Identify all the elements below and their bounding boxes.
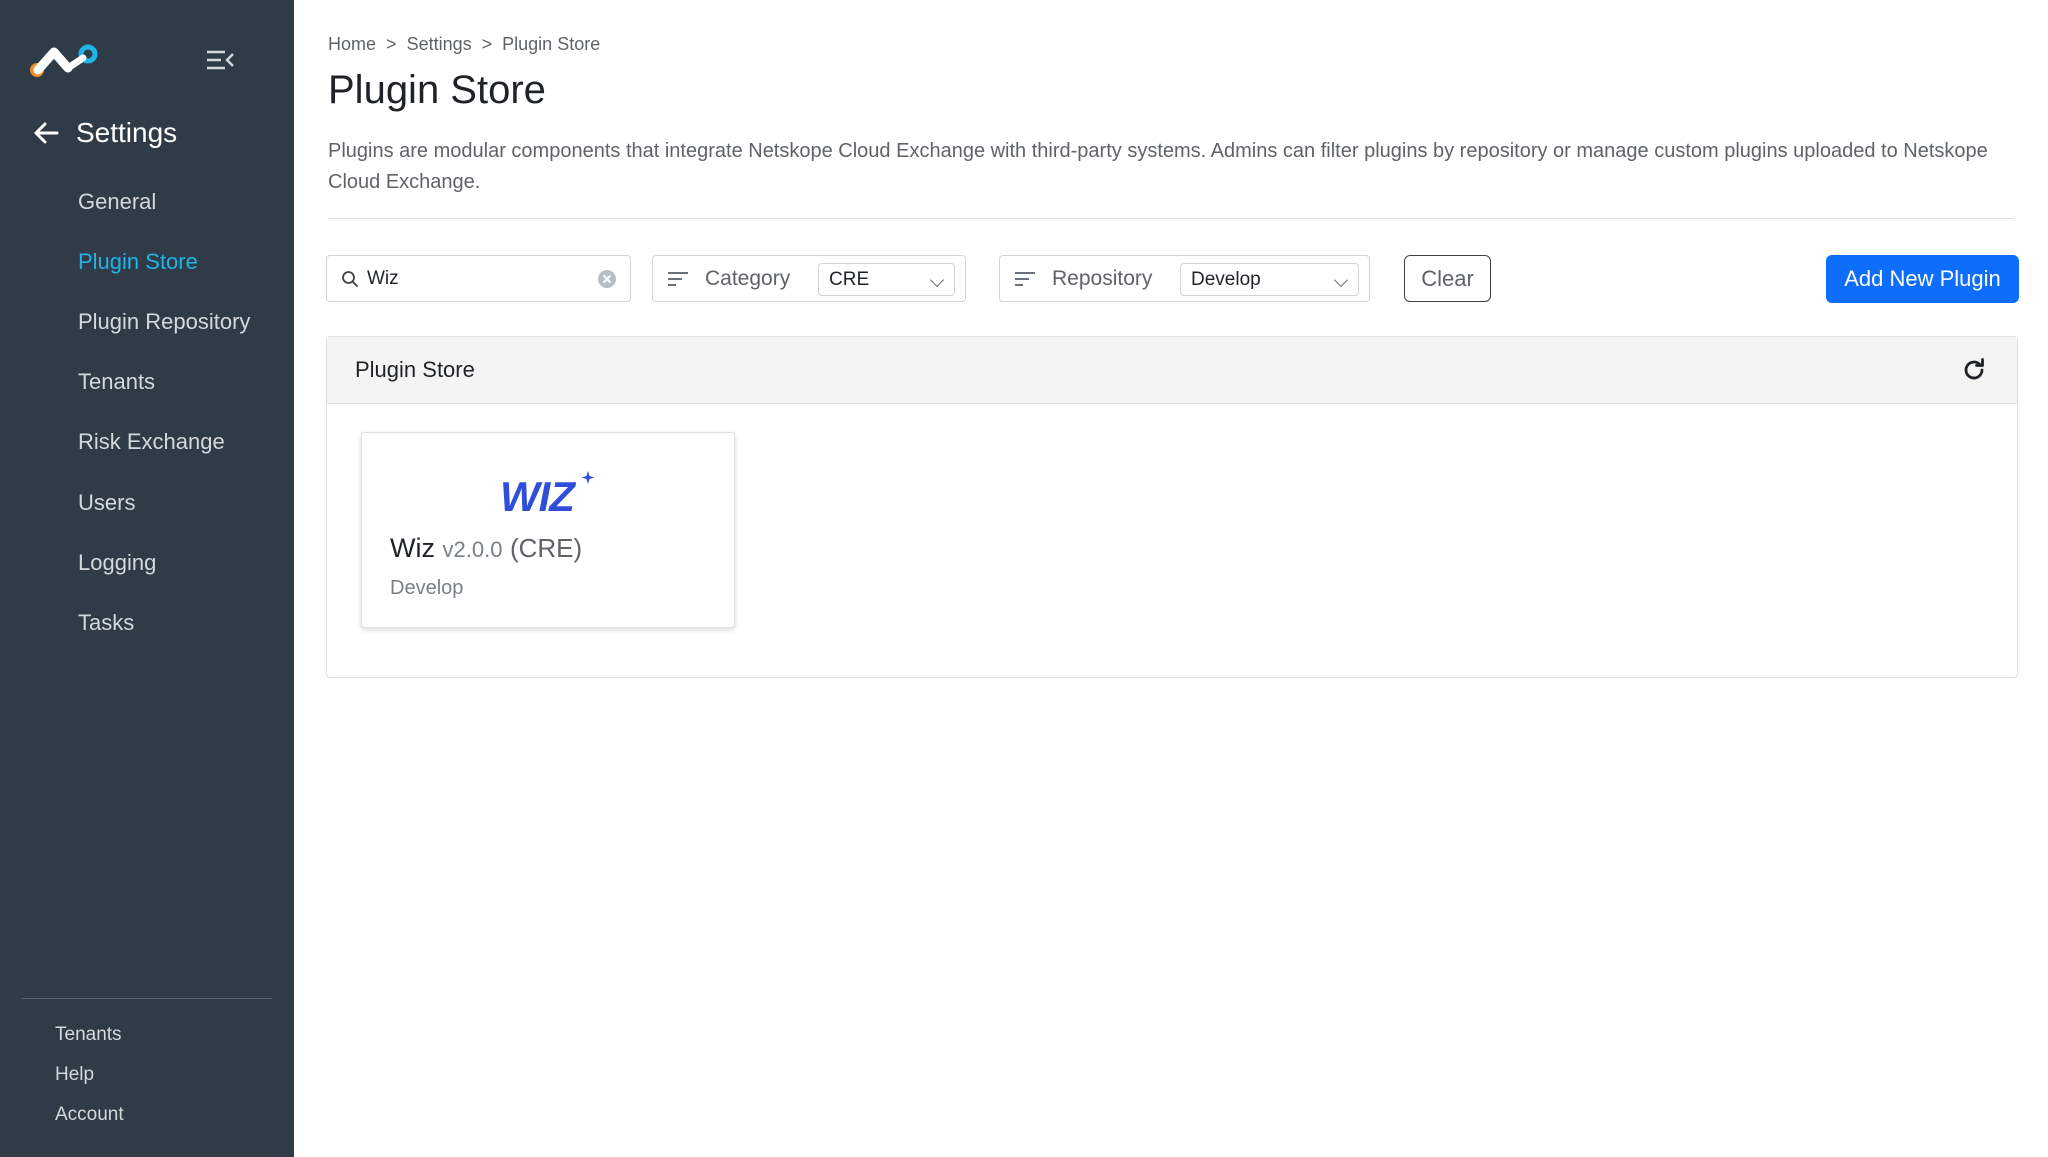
breadcrumb-separator: >	[386, 34, 397, 54]
add-new-plugin-button[interactable]: Add New Plugin	[1826, 255, 2019, 303]
clear-filters-button[interactable]: Clear	[1404, 255, 1491, 302]
wiz-logo-icon: WIZ	[500, 471, 595, 515]
panel-title: Plugin Store	[355, 357, 475, 382]
category-select[interactable]: CRE	[818, 263, 955, 296]
filter-lines-icon	[668, 271, 688, 286]
repository-select[interactable]: Develop	[1180, 263, 1359, 296]
plugin-title: Wiz	[390, 533, 435, 563]
plugin-store-panel: Plugin Store WIZ Wiz v2.0.0 (CRE) Develo…	[326, 336, 2018, 678]
page-title: Plugin Store	[328, 68, 546, 112]
repository-select-value: Develop	[1191, 268, 1261, 290]
breadcrumb: Home > Settings > Plugin Store	[328, 34, 600, 55]
sidebar-divider	[22, 998, 272, 999]
sidebar-item-users[interactable]: Users	[78, 490, 135, 516]
search-icon	[342, 270, 358, 287]
category-select-value: CRE	[829, 268, 870, 290]
breadcrumb-home[interactable]: Home	[328, 34, 376, 55]
arrow-left-icon	[34, 122, 59, 144]
sidebar-item-risk-exchange[interactable]: Risk Exchange	[78, 429, 225, 455]
repository-label: Repository	[1052, 266, 1153, 290]
divider	[328, 218, 2014, 219]
chevron-down-icon	[929, 272, 945, 288]
plugin-repository: Develop	[390, 577, 464, 599]
footer-item-tenants[interactable]: Tenants	[55, 1024, 122, 1046]
category-filter: Category CRE	[652, 255, 966, 302]
search-value: Wiz	[367, 267, 399, 289]
search-input[interactable]: Wiz	[326, 255, 631, 302]
refresh-icon[interactable]	[1961, 357, 1987, 383]
plugin-name: Wiz v2.0.0 (CRE)	[390, 533, 582, 564]
collapse-menu-icon[interactable]	[205, 48, 235, 72]
repository-filter: Repository Develop	[999, 255, 1370, 302]
settings-title: Settings	[76, 117, 178, 148]
sidebar-item-general[interactable]: General	[78, 189, 156, 215]
clear-search-icon[interactable]	[598, 270, 616, 288]
filter-lines-icon	[1015, 271, 1035, 286]
plugin-category: (CRE)	[509, 533, 583, 563]
settings-back-link[interactable]: Settings	[32, 117, 177, 149]
sidebar: Settings General Plugin Store Plugin Rep…	[0, 0, 294, 1157]
chevron-down-icon	[1333, 272, 1349, 288]
breadcrumb-current: Plugin Store	[502, 34, 601, 54]
sidebar-item-plugin-repository[interactable]: Plugin Repository	[78, 309, 250, 335]
sidebar-item-plugin-store[interactable]: Plugin Store	[78, 249, 198, 275]
netskope-logo-icon[interactable]	[28, 40, 100, 84]
breadcrumb-settings[interactable]: Settings	[407, 34, 472, 55]
plugin-card-wiz[interactable]: WIZ Wiz v2.0.0 (CRE) Develop	[361, 432, 735, 628]
sidebar-item-tasks[interactable]: Tasks	[78, 610, 134, 636]
svg-text:WIZ: WIZ	[500, 473, 576, 515]
footer-item-help[interactable]: Help	[55, 1064, 94, 1086]
sidebar-item-tenants[interactable]: Tenants	[78, 369, 155, 395]
category-label: Category	[705, 266, 791, 290]
footer-item-account[interactable]: Account	[55, 1104, 124, 1126]
panel-header: Plugin Store	[327, 337, 2017, 404]
plugin-version: v2.0.0	[442, 537, 503, 562]
sidebar-item-logging[interactable]: Logging	[78, 550, 156, 576]
page-description: Plugins are modular components that inte…	[328, 140, 1988, 193]
breadcrumb-separator: >	[481, 34, 493, 54]
